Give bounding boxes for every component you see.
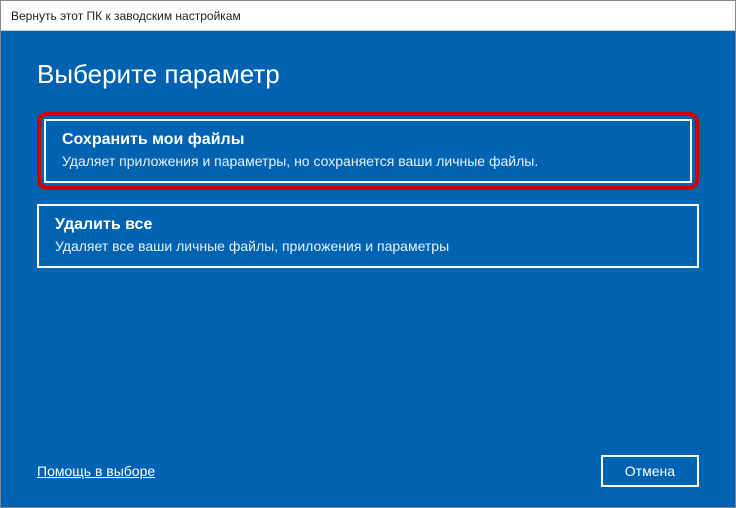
option-title: Сохранить мои файлы (62, 131, 674, 149)
option-title: Удалить все (55, 216, 681, 234)
option-keep-files[interactable]: Сохранить мои файлы Удаляет приложения и… (44, 119, 692, 183)
help-link[interactable]: Помощь в выборе (37, 463, 155, 479)
reset-pc-dialog: Вернуть этот ПК к заводским настройкам В… (0, 0, 736, 508)
options-list: Сохранить мои файлы Удаляет приложения и… (37, 112, 699, 268)
window-titlebar: Вернуть этот ПК к заводским настройкам (1, 1, 735, 31)
option-remove-everything[interactable]: Удалить все Удаляет все ваши личные файл… (37, 204, 699, 268)
highlight-annotation: Сохранить мои файлы Удаляет приложения и… (37, 112, 699, 190)
option-description: Удаляет приложения и параметры, но сохра… (62, 153, 674, 169)
page-title: Выберите параметр (37, 59, 699, 90)
option-description: Удаляет все ваши личные файлы, приложени… (55, 238, 681, 254)
dialog-content: Выберите параметр Сохранить мои файлы Уд… (1, 31, 735, 507)
dialog-footer: Помощь в выборе Отмена (37, 435, 699, 487)
cancel-button[interactable]: Отмена (601, 455, 699, 487)
window-title: Вернуть этот ПК к заводским настройкам (11, 9, 241, 23)
